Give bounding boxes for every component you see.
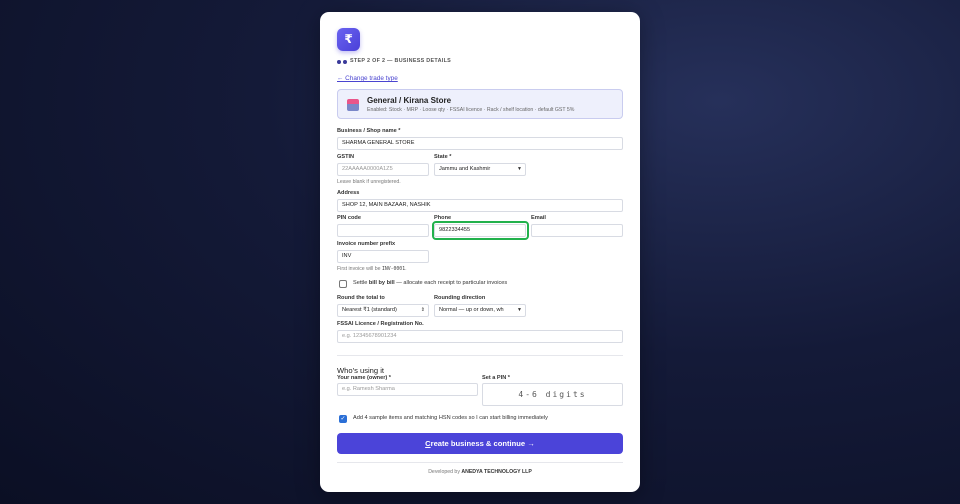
trade-features: Enabled: Stock · MRP · Loose qty · FSSAI… <box>367 107 575 113</box>
section-divider <box>337 355 623 356</box>
round-total-value: Nearest ₹1 (standard) <box>342 307 397 313</box>
onboarding-card: ₹ STEP 2 OF 2 — BUSINESS DETAILS ← Chang… <box>320 12 640 492</box>
address-label: Address <box>337 190 360 196</box>
round-total-label: Round the total to <box>337 295 385 301</box>
rounding-direction-label: Rounding direction <box>434 295 486 301</box>
email-input[interactable] <box>531 224 623 237</box>
chevron-down-icon: ▼ <box>517 307 522 313</box>
footer-credit: Developed by ANEDYA TECHNOLOGY LLP <box>428 469 532 475</box>
invoice-prefix-hint: First invoice will be INV-0001. <box>337 266 407 272</box>
business-name-label: Business / Shop name * <box>337 128 401 134</box>
state-select[interactable]: Jammu and Kashmir ▼ <box>434 163 526 176</box>
pin-input[interactable]: 4-6 digits <box>482 383 623 406</box>
chevron-down-icon: ▼ <box>517 166 522 172</box>
trade-title: General / Kirana Store <box>367 96 452 105</box>
step-dot-2 <box>343 60 347 64</box>
gstin-input[interactable]: 22AAAAA0000A1Z5 <box>337 163 429 176</box>
store-icon <box>347 99 359 111</box>
create-business-button[interactable]: Create business & continue → <box>337 433 623 454</box>
rounding-direction-select[interactable]: Normal — up or down, wh ▼ <box>434 304 526 317</box>
phone-focus-highlight <box>432 221 529 240</box>
state-label: State * <box>434 154 452 160</box>
invoice-prefix-input[interactable]: INV <box>337 250 429 263</box>
fssai-input[interactable]: e.g. 12345678901234 <box>337 330 623 343</box>
settle-bill-label: Settle bill by bill — allocate each rece… <box>353 280 508 286</box>
invoice-prefix-label: Invoice number prefix <box>337 241 396 247</box>
address-input[interactable]: SHOP 12, MAIN BAZAAR, NASHIK <box>337 199 623 212</box>
pin-label: Set a PIN * <box>482 375 510 381</box>
settle-bill-checkbox[interactable] <box>339 280 347 288</box>
step-dot-1 <box>337 60 341 64</box>
fssai-label: FSSAI Licence / Registration No. <box>337 321 424 327</box>
rupee-logo-icon: ₹ <box>337 28 360 51</box>
pin-code-input[interactable] <box>337 224 429 237</box>
owner-name-input[interactable]: e.g. Ramesh Sharma <box>337 383 478 396</box>
owner-name-label: Your name (owner) * <box>337 375 391 381</box>
state-value: Jammu and Kashmir <box>439 166 491 172</box>
pin-code-label: PIN code <box>337 215 361 221</box>
step-indicator: STEP 2 OF 2 — BUSINESS DETAILS <box>350 58 452 64</box>
business-name-input[interactable]: SHARMA GENERAL STORE <box>337 137 623 150</box>
gstin-label: GSTIN <box>337 154 355 160</box>
email-label: Email <box>531 215 546 221</box>
trade-type-summary: General / Kirana Store Enabled: Stock · … <box>337 89 623 119</box>
round-total-select[interactable]: Nearest ₹1 (standard) ⇕ <box>337 304 429 317</box>
sample-items-checkbox[interactable]: ✓ <box>339 415 347 423</box>
rounding-direction-value: Normal — up or down, wh <box>439 307 504 313</box>
footer-divider <box>337 462 623 463</box>
chevron-updown-icon: ⇕ <box>420 307 425 313</box>
owner-section-title: Who's using it <box>337 366 385 375</box>
change-trade-type-link[interactable]: ← Change trade type <box>337 75 398 82</box>
sample-items-label: Add 4 sample items and matching HSN code… <box>353 415 548 421</box>
gstin-hint: Leave blank if unregistered. <box>337 179 401 185</box>
